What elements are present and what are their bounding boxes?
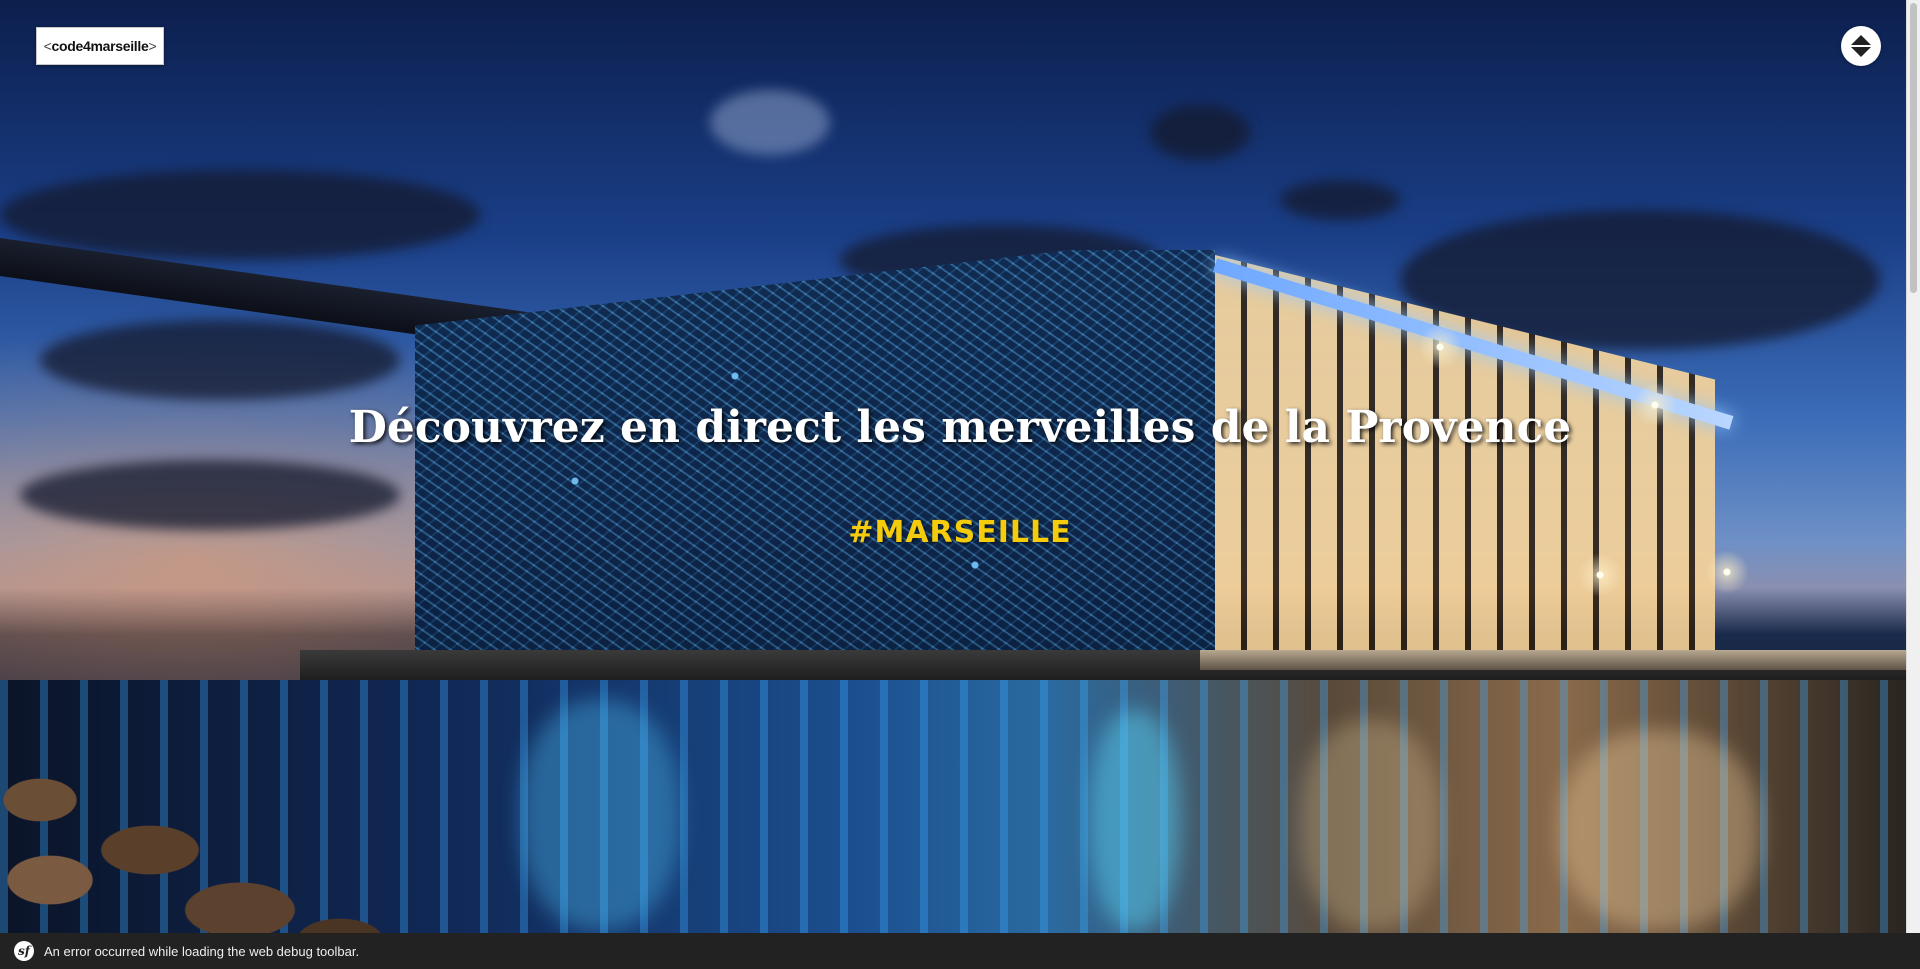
logo-bracket-close: > — [148, 38, 157, 54]
debug-toolbar-error-message: An error occurred while loading the web … — [44, 943, 360, 959]
cloud — [1150, 105, 1250, 160]
foreground-rocks — [0, 770, 410, 933]
symfony-icon[interactable]: sf — [14, 941, 34, 961]
up-down-arrows-icon — [1851, 35, 1871, 57]
light-glare — [1578, 553, 1622, 597]
quay-promenade — [1200, 650, 1906, 670]
cloud — [1280, 180, 1400, 220]
scrollbar-thumb[interactable] — [1910, 3, 1917, 293]
web-debug-toolbar: sf An error occurred while loading the w… — [0, 933, 1920, 969]
site-logo[interactable]: <code4marseille> — [36, 27, 164, 65]
logo-wordmark: code4marseille — [51, 38, 149, 54]
hero-headline: Découvrez en direct les merveilles de la… — [348, 402, 1572, 453]
reflection-glow — [1090, 710, 1180, 930]
logo-text: <code4marseille> — [44, 38, 157, 54]
reflection-glow — [520, 700, 680, 930]
cloud — [40, 320, 400, 400]
light-glare — [1418, 325, 1462, 369]
hero-background: <code4marseille> Découvrez en direct les… — [0, 0, 1906, 933]
museum-facade — [415, 250, 1215, 670]
hero-hashtag: #MARSEILLE — [848, 515, 1072, 550]
cloud — [710, 90, 830, 155]
reflection-glow — [1560, 730, 1760, 930]
cloud — [0, 170, 480, 260]
scroll-toggle-button[interactable] — [1841, 26, 1881, 66]
light-glare — [1705, 550, 1749, 594]
logo-bracket-open: < — [43, 38, 52, 54]
vertical-scrollbar[interactable] — [1906, 0, 1920, 933]
reflection-glow — [1300, 720, 1440, 930]
